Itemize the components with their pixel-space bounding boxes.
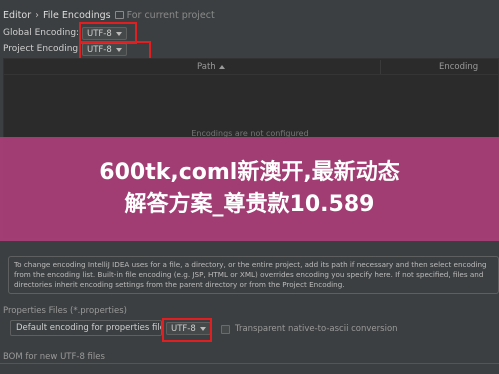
native-to-ascii-checkbox[interactable] bbox=[221, 325, 230, 334]
overlay-banner: 600tk,coml新澳开,最新动态 解答方案_尊贵款10.589 bbox=[0, 137, 499, 241]
global-encoding-value: UTF-8 bbox=[87, 28, 112, 39]
global-encoding-dropdown[interactable]: UTF-8 bbox=[82, 27, 127, 40]
project-scope-hint: For current project bbox=[114, 9, 215, 21]
project-encoding-label: Project Encoding: bbox=[3, 44, 82, 54]
encoding-info-text: To change encoding IntelliJ IDEA uses fo… bbox=[8, 256, 499, 294]
bom-section-label: BOM for new UTF-8 files bbox=[3, 352, 105, 362]
banner-line-1: 600tk,coml新澳开,最新动态 bbox=[99, 160, 400, 185]
project-encoding-dropdown[interactable]: UTF-8 bbox=[82, 43, 127, 56]
encoding-column-label: Encoding bbox=[439, 62, 479, 72]
properties-encoding-value: UTF-8 bbox=[171, 323, 196, 334]
native-to-ascii-label[interactable]: Transparent native-to-ascii conversion bbox=[235, 324, 398, 334]
properties-section-label: Properties Files (*.properties) bbox=[3, 306, 127, 316]
breadcrumb: Editor › File Encodings For current proj… bbox=[3, 8, 215, 22]
sort-ascending-icon bbox=[218, 65, 225, 69]
properties-encoding-label: Default encoding for properties files: bbox=[10, 320, 162, 336]
project-encoding-value: UTF-8 bbox=[87, 44, 112, 55]
project-icon bbox=[114, 11, 124, 19]
global-encoding-label: Global Encoding: bbox=[3, 28, 80, 38]
chevron-down-icon bbox=[115, 31, 122, 36]
project-scope-text: For current project bbox=[126, 9, 215, 21]
breadcrumb-current: File Encodings bbox=[42, 9, 111, 21]
chevron-down-icon bbox=[115, 47, 122, 52]
breadcrumb-parent[interactable]: Editor bbox=[3, 10, 31, 21]
breadcrumb-separator: › bbox=[35, 9, 39, 21]
chevron-down-icon bbox=[199, 326, 206, 331]
path-column-label: Path bbox=[197, 62, 216, 72]
column-divider bbox=[380, 60, 381, 74]
banner-line-2: 解答方案_尊贵款10.589 bbox=[124, 192, 375, 217]
path-column-header[interactable]: Path bbox=[197, 60, 225, 74]
encoding-column-header[interactable]: Encoding bbox=[439, 60, 478, 74]
properties-encoding-dropdown[interactable]: UTF-8 bbox=[166, 322, 211, 335]
table-header-divider bbox=[4, 74, 498, 75]
divider bbox=[0, 363, 499, 364]
